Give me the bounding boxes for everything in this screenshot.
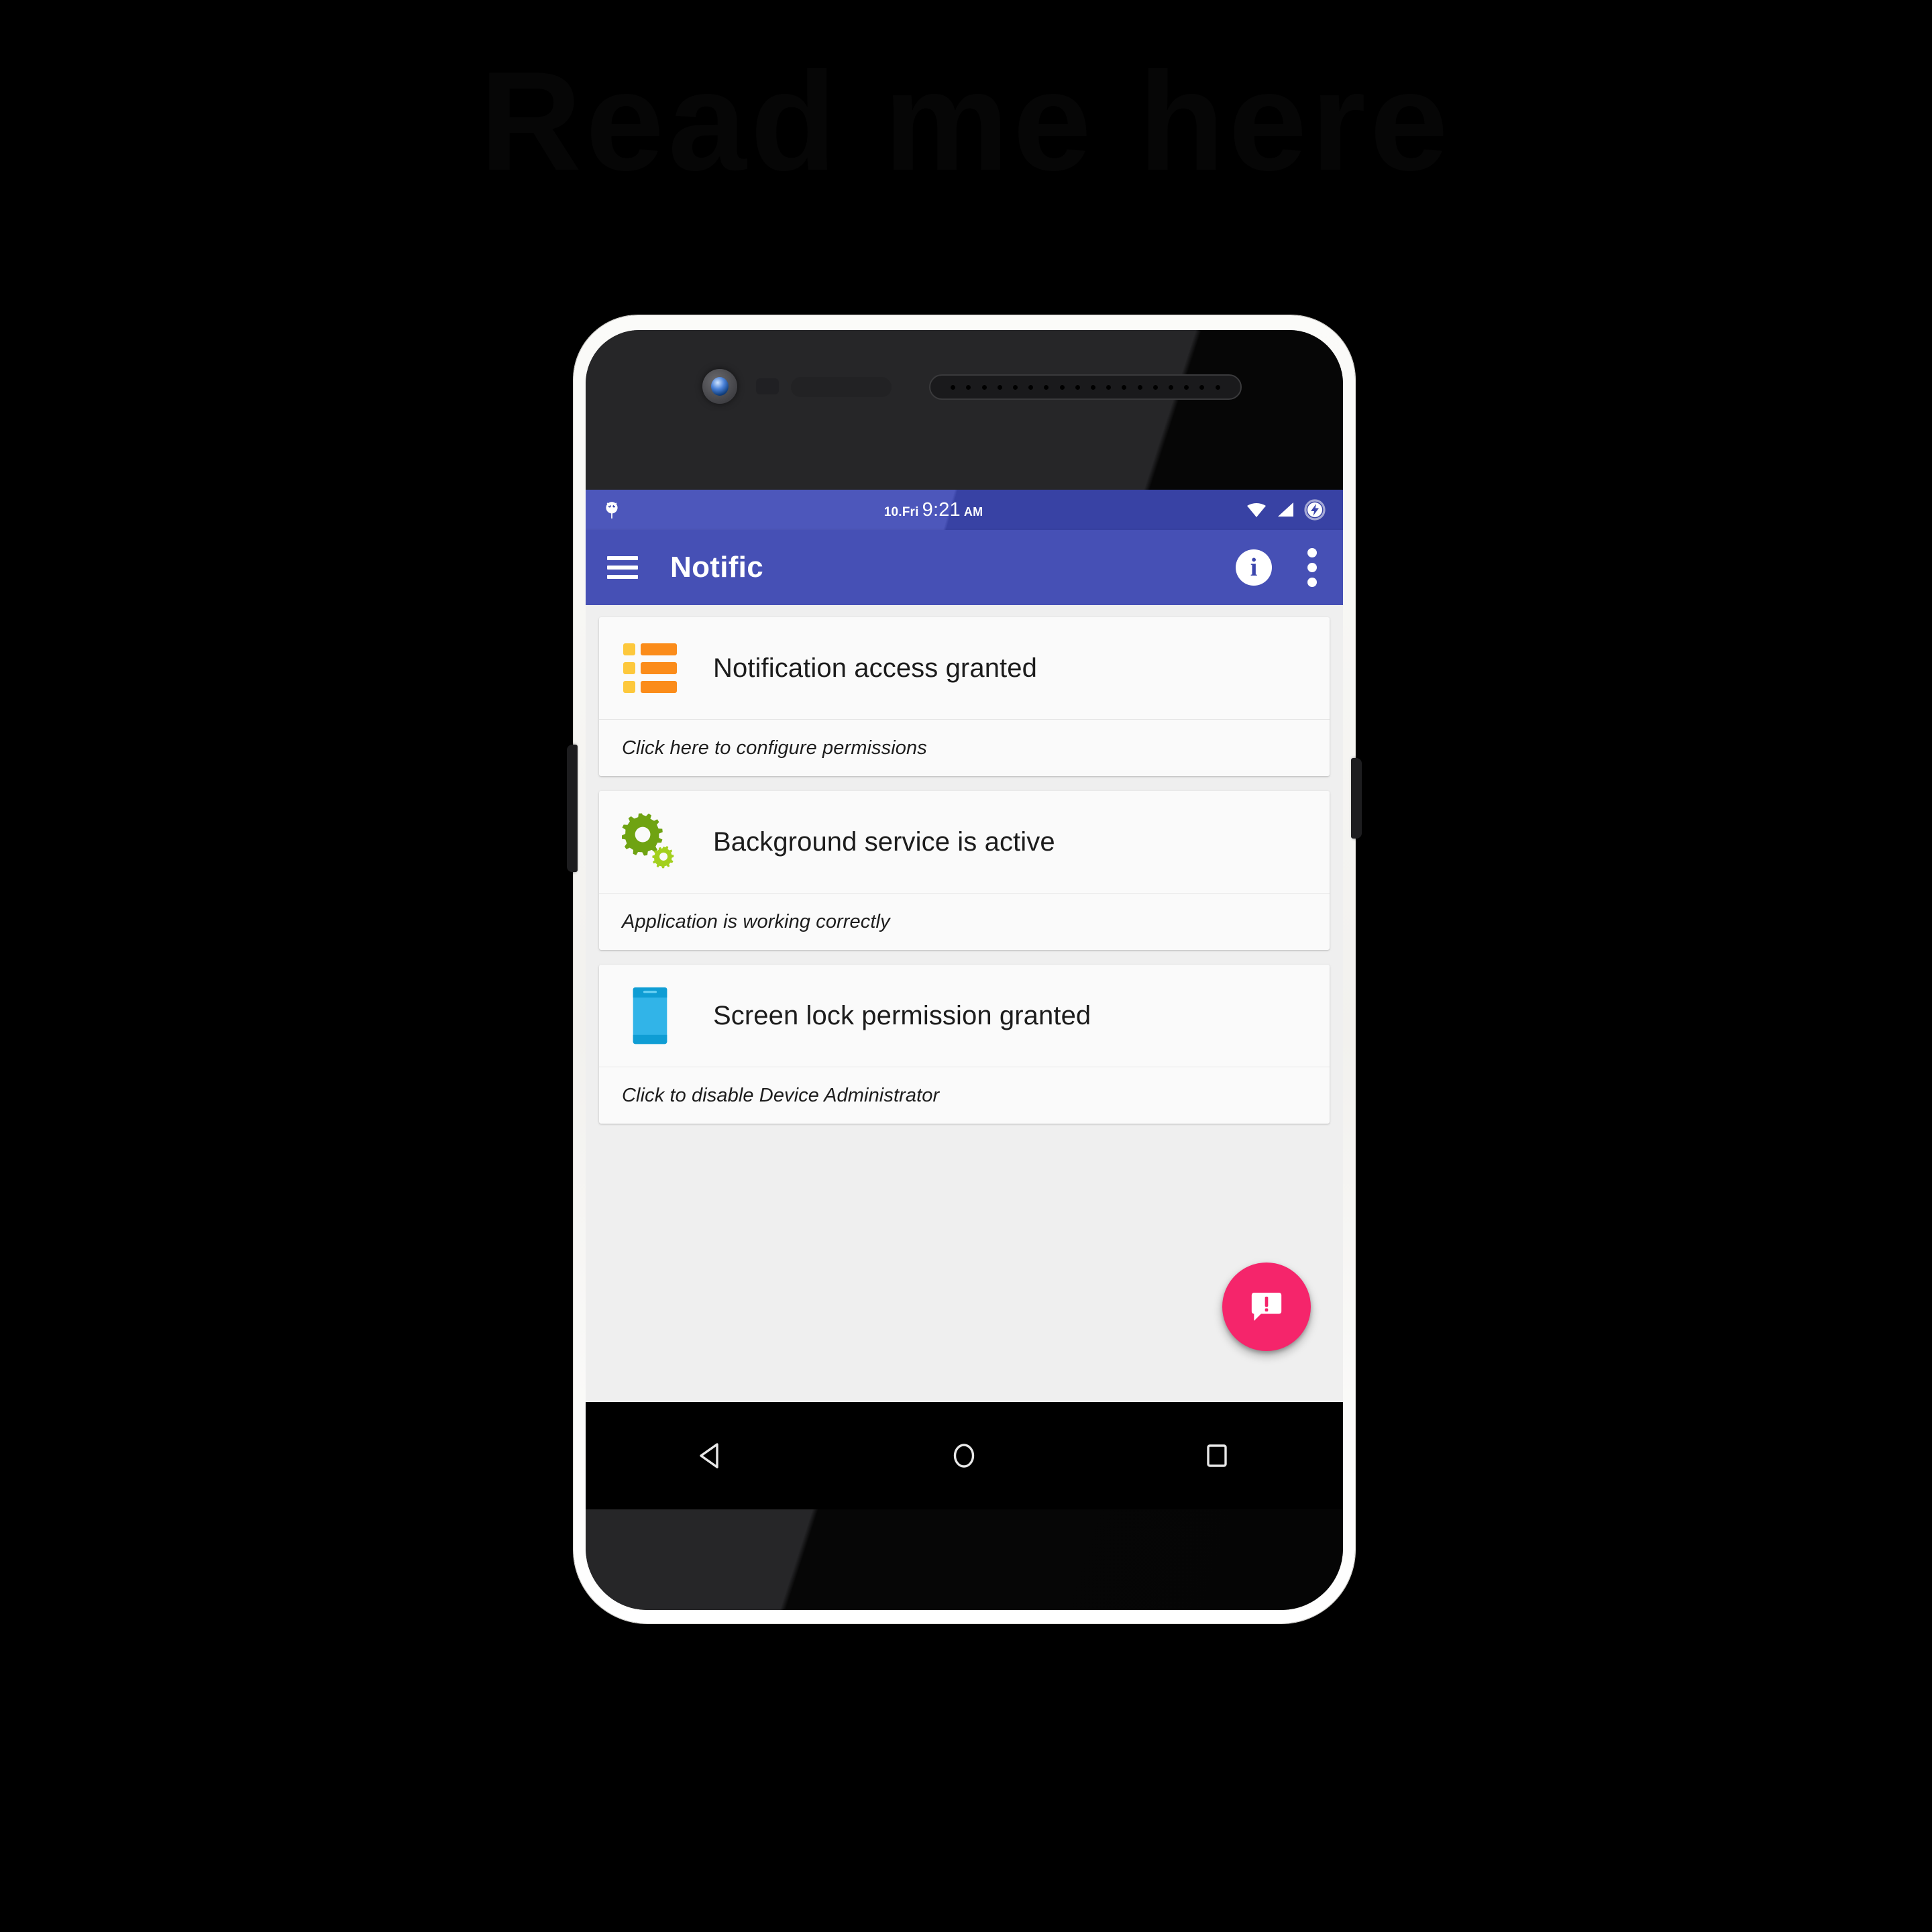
page-title: Notific: [670, 551, 763, 584]
card-title: Notification access granted: [713, 653, 1037, 683]
background-watermark-text: Read me here: [480, 42, 1452, 200]
nav-recents-button[interactable]: [1167, 1419, 1267, 1493]
recents-square-icon: [1207, 1444, 1227, 1467]
clock-time: 9:21: [922, 498, 961, 521]
nav-back-button[interactable]: [661, 1419, 762, 1493]
clock-meridiem: AM: [963, 504, 983, 519]
feedback-fab-button[interactable]: [1222, 1263, 1311, 1351]
status-bar-right: [1246, 499, 1326, 521]
battery-charging-icon: [1304, 499, 1326, 521]
card-subtitle[interactable]: Click here to configure permissions: [599, 720, 1330, 776]
feedback-speech-bubble-exclamation-icon: [1251, 1293, 1282, 1321]
status-bar-center: 10.Fri 9:21 AM: [621, 499, 1246, 521]
notification-list-icon: [622, 642, 678, 694]
smartphone-icon: [622, 985, 678, 1046]
card-header-row[interactable]: Screen lock permission granted: [599, 965, 1330, 1067]
card-header-row[interactable]: Notification access granted: [599, 617, 1330, 719]
proximity-sensor: [756, 378, 779, 394]
front-camera: [702, 369, 737, 404]
phone-screen: 10.Fri 9:21 AM Notific i Notification ac…: [586, 490, 1343, 1402]
wifi-icon: [1247, 503, 1266, 517]
main-content: Notification access granted Click here t…: [586, 605, 1343, 1402]
clock-date: 10.Fri: [883, 504, 919, 519]
info-icon[interactable]: i: [1236, 549, 1272, 586]
card-title: Background service is active: [713, 826, 1055, 857]
nav-home-button[interactable]: [914, 1419, 1014, 1493]
card-subtitle[interactable]: Application is working correctly: [599, 894, 1330, 950]
earpiece-speaker: [929, 374, 1242, 400]
front-camera-lens: [711, 377, 729, 396]
card-subtitle[interactable]: Click to disable Device Administrator: [599, 1067, 1330, 1124]
overflow-menu-icon[interactable]: [1303, 545, 1322, 590]
android-debug-bug-icon: [606, 502, 618, 519]
volume-rocker-button[interactable]: [567, 745, 578, 872]
power-button[interactable]: [1351, 758, 1362, 839]
light-sensor: [791, 377, 892, 397]
back-triangle-icon: [700, 1443, 718, 1468]
android-navigation-bar: [586, 1402, 1343, 1509]
card-notification-access[interactable]: Notification access granted Click here t…: [599, 617, 1330, 776]
card-header-row[interactable]: Background service is active: [599, 791, 1330, 893]
phone-top-hardware: [574, 362, 1331, 409]
gears-icon: [622, 812, 678, 871]
app-bar: Notific i: [586, 530, 1343, 605]
screenshot-canvas: Read me here 10.Fri 9:21 AM Notific i No…: [0, 0, 1932, 1932]
hamburger-menu-icon[interactable]: [607, 556, 638, 579]
phone-device: 10.Fri 9:21 AM Notific i Notification ac…: [567, 315, 1362, 1623]
status-bar-clock: 10.Fri 9:21 AM: [884, 499, 983, 521]
card-screen-lock[interactable]: Screen lock permission granted Click to …: [599, 965, 1330, 1124]
cellular-signal-icon: [1278, 502, 1293, 517]
status-bar: 10.Fri 9:21 AM: [586, 490, 1343, 530]
card-title: Screen lock permission granted: [713, 1000, 1091, 1030]
status-bar-left: [603, 500, 621, 520]
card-background-service[interactable]: Background service is active Application…: [599, 791, 1330, 950]
home-circle-icon: [954, 1444, 975, 1468]
